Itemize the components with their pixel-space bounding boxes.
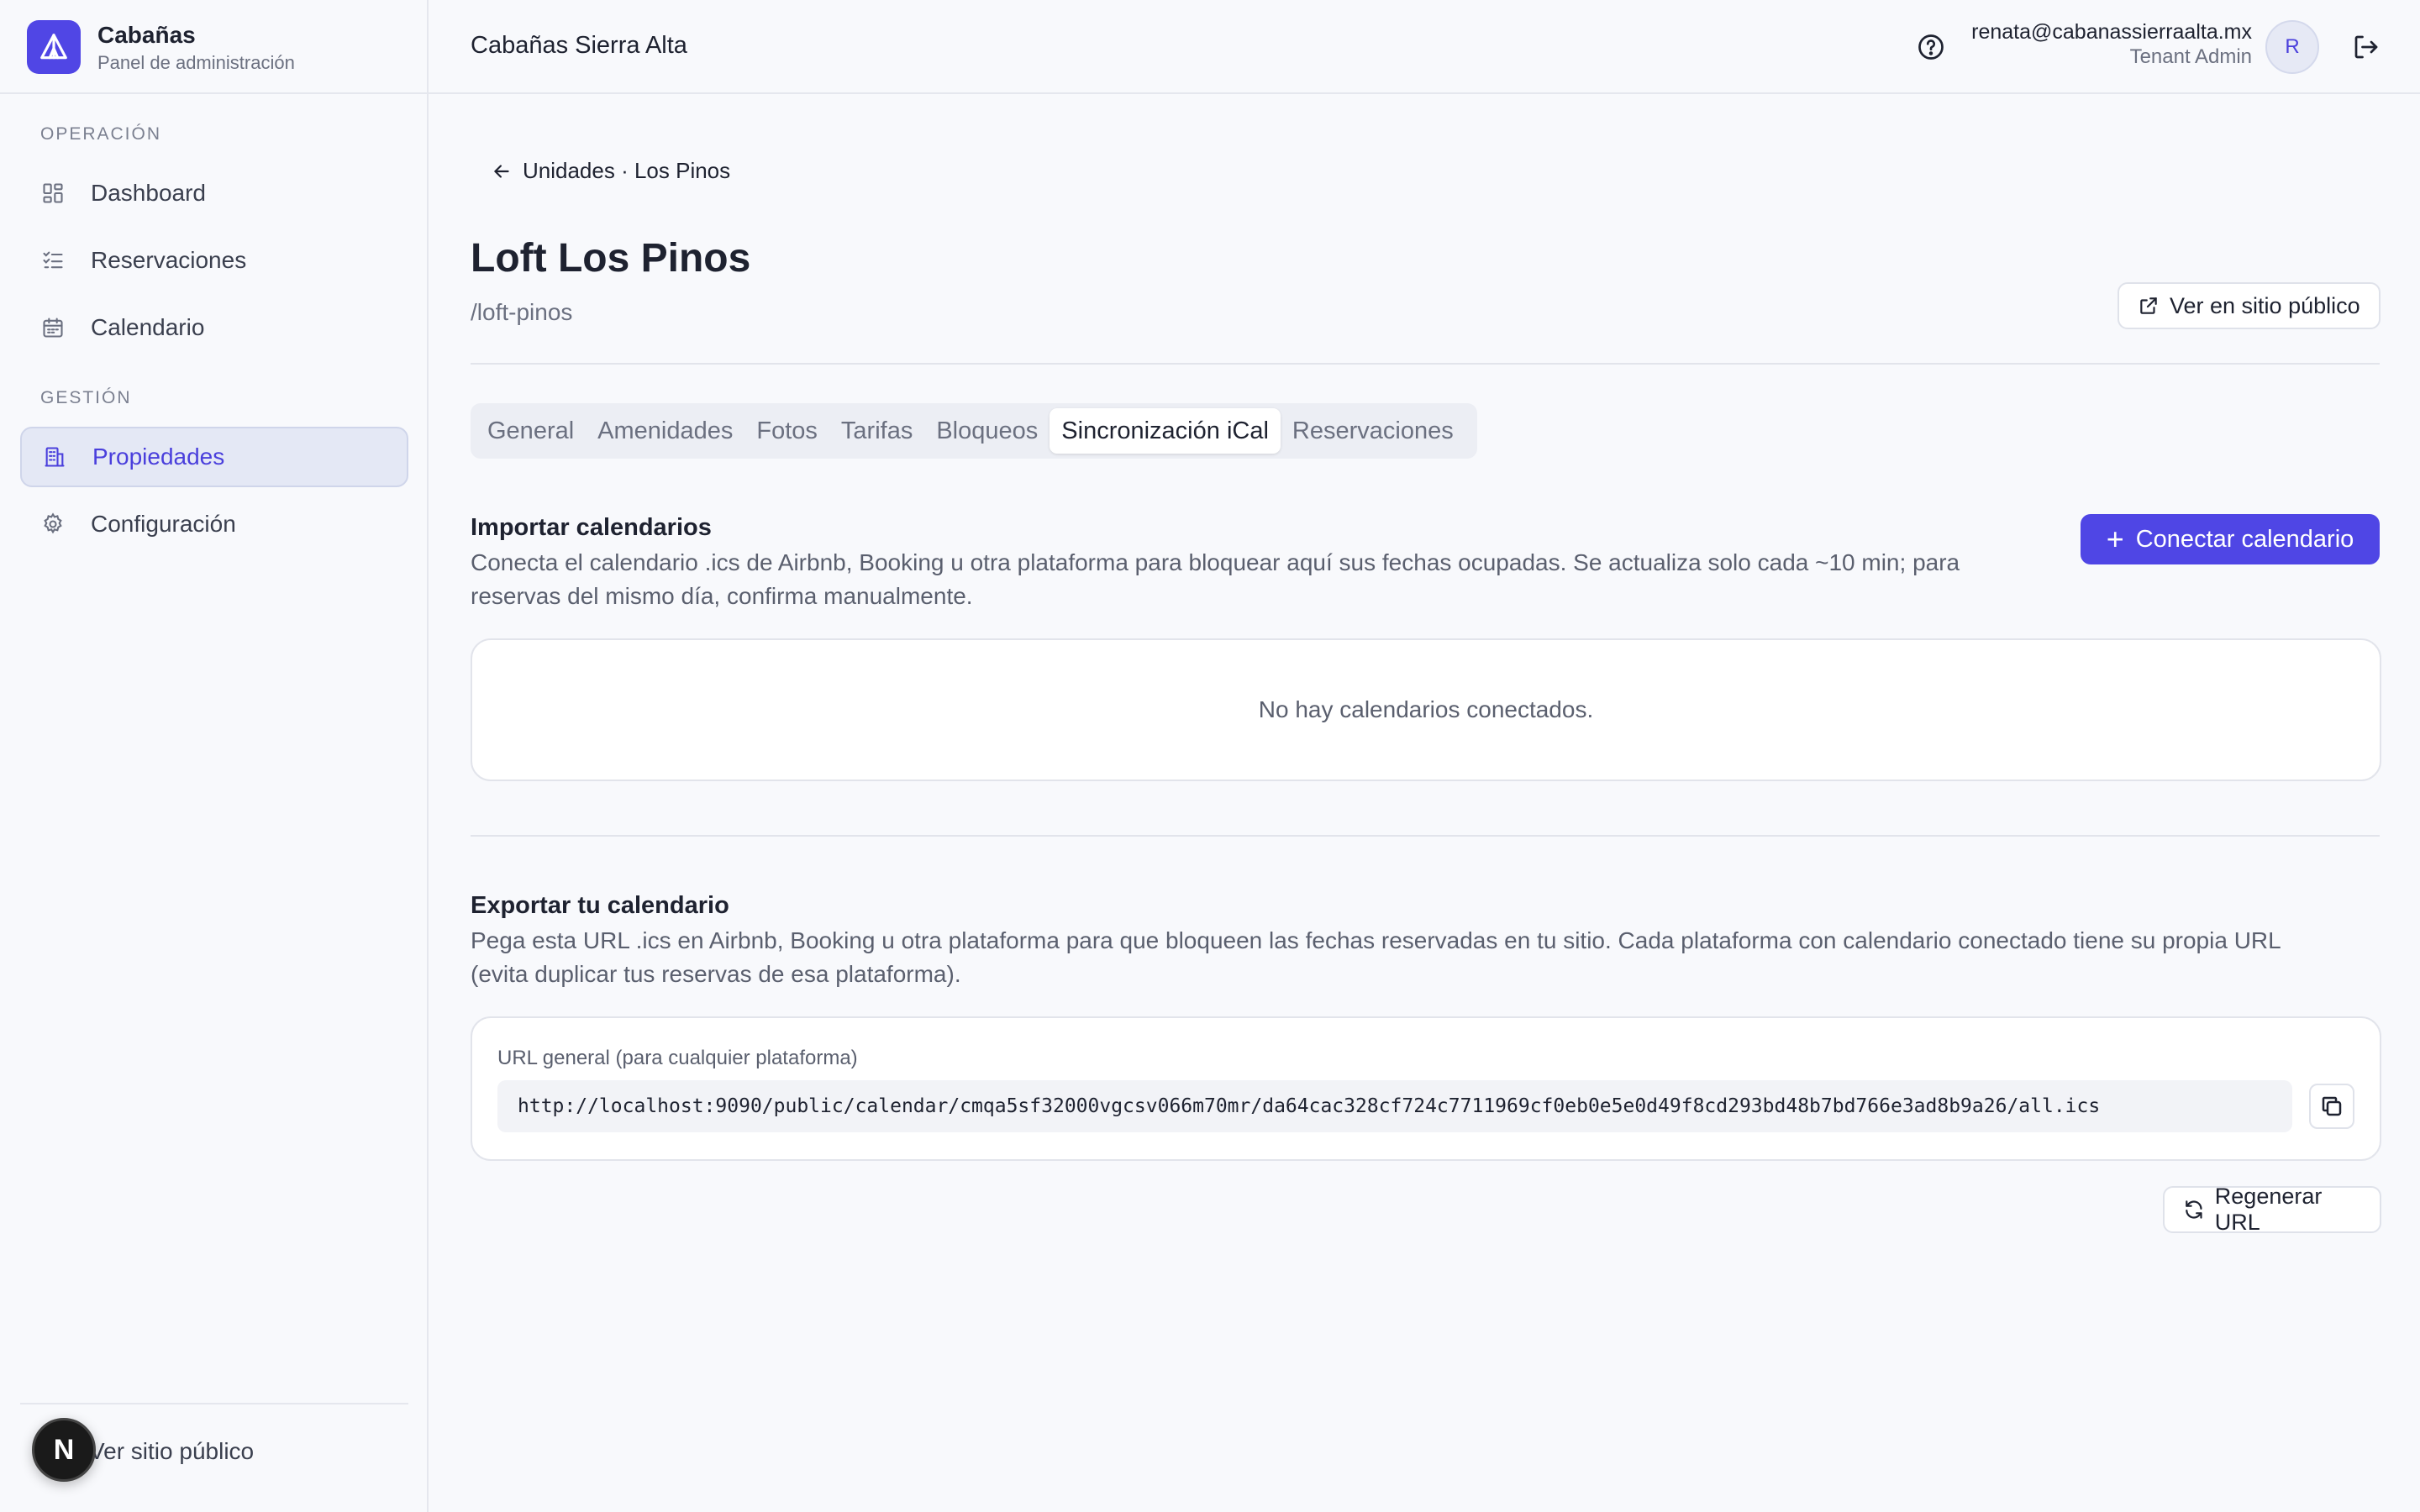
sidebar-item-propiedades[interactable]: Propiedades (20, 427, 408, 487)
connect-calendar-label: Conectar calendario (2135, 525, 2354, 553)
url-label: URL general (para cualquier plataforma) (497, 1047, 858, 1069)
arrow-left-icon (494, 164, 509, 178)
checklist-icon (40, 248, 66, 273)
sidebar-item-label: Propiedades (92, 444, 225, 470)
refresh-icon (2186, 1200, 2202, 1219)
export-url-card: URL general (para cualquier plataforma) … (471, 1016, 2381, 1161)
external-link-icon (2140, 297, 2157, 314)
import-desc-line-2: reservas del mismo día, confirma manualm… (471, 583, 973, 609)
dev-tools-badge[interactable]: N (32, 1418, 96, 1482)
gear-icon (40, 512, 66, 537)
section-divider (471, 835, 2380, 837)
back-link-label: Unidades · Los Pinos (523, 158, 731, 183)
copy-url-button[interactable] (2309, 1084, 2354, 1129)
import-section-description: Conecta el calendario .ics de Airbnb, Bo… (471, 546, 1960, 613)
sidebar: Cabañas Panel de administración OPERACIÓ… (0, 0, 429, 1512)
calendar-icon (40, 315, 66, 340)
tab-general[interactable]: General (476, 408, 586, 454)
section-label-gestion: GESTIÓN (40, 388, 132, 407)
app-root: Cabañas Panel de administración OPERACIÓ… (0, 0, 2420, 1512)
topbar: Cabañas Sierra Alta renata@cabanassierra… (429, 0, 2420, 94)
connect-calendar-button[interactable]: + Conectar calendario (2081, 514, 2380, 564)
export-desc-line-2: (evita duplicar tus reservas de esa plat… (471, 961, 961, 987)
import-section-title: Importar calendarios (471, 514, 712, 541)
help-icon[interactable] (1916, 32, 1946, 62)
unit-tabs: General Amenidades Fotos Tarifas Bloqueo… (471, 403, 1477, 459)
brand-subtitle: Panel de administración (97, 52, 295, 73)
export-desc-line-1: Pega esta URL .ics en Airbnb, Booking u … (471, 927, 2281, 953)
regenerate-url-button[interactable]: Regenerar URL (2163, 1184, 2381, 1235)
plus-icon: + (2106, 522, 2124, 556)
user-role: Tenant Admin (2129, 45, 2252, 68)
import-desc-line-1: Conecta el calendario .ics de Airbnb, Bo… (471, 549, 1960, 575)
brand-name: Cabañas (97, 22, 196, 48)
brand-header: Cabañas Panel de administración (0, 0, 427, 94)
sidebar-item-label: Dashboard (91, 180, 206, 206)
sidebar-item-label: Reservaciones (91, 247, 247, 273)
sidebar-divider (20, 1403, 408, 1404)
dashboard-icon (40, 181, 66, 206)
sidebar-item-dashboard[interactable]: Dashboard (20, 163, 408, 223)
back-link[interactable]: Unidades · Los Pinos (491, 158, 730, 184)
tab-tarifas[interactable]: Tarifas (829, 408, 924, 454)
view-public-site-label: Ver en sitio público (2170, 292, 2360, 318)
tenant-name: Cabañas Sierra Alta (471, 32, 687, 59)
building-icon (42, 444, 67, 470)
regenerate-url-label: Regenerar URL (2214, 1184, 2323, 1235)
public-link-label: Ver sitio público (89, 1437, 255, 1464)
tab-amenidades[interactable]: Amenidades (586, 408, 744, 454)
tab-reservaciones[interactable]: Reservaciones (1281, 408, 1465, 454)
ical-url-field[interactable]: http://localhost:9090/public/calendar/cm… (497, 1080, 2292, 1132)
tab-fotos[interactable]: Fotos (744, 408, 829, 454)
sidebar-item-configuracion[interactable]: Configuración (20, 494, 408, 554)
sidebar-item-calendario[interactable]: Calendario (20, 297, 408, 358)
user-email: renata@cabanassierraalta.mx (1971, 20, 2252, 44)
empty-state-text: No hay calendarios conectados. (1258, 696, 1594, 722)
sidebar-item-label: Configuración (91, 511, 236, 537)
tab-ical-sync[interactable]: Sincronización iCal (1050, 408, 1281, 454)
view-public-site-button[interactable]: Ver en sitio público (2118, 282, 2381, 329)
sidebar-item-reservaciones[interactable]: Reservaciones (20, 230, 408, 291)
tab-bloqueos[interactable]: Bloqueos (924, 408, 1050, 454)
avatar[interactable]: R (2265, 20, 2319, 74)
header-divider (471, 363, 2380, 365)
copy-icon (2322, 1096, 2342, 1116)
export-section-description: Pega esta URL .ics en Airbnb, Booking u … (471, 924, 2281, 991)
logout-icon[interactable] (2351, 32, 2381, 62)
unit-slug: /loft-pinos (471, 299, 573, 325)
export-section-title: Exportar tu calendario (471, 892, 729, 919)
sidebar-item-label: Calendario (91, 314, 205, 340)
page-title: Loft Los Pinos (471, 236, 751, 281)
empty-calendars-card: No hay calendarios conectados. (471, 638, 2381, 781)
section-label-operacion: OPERACIÓN (40, 124, 162, 144)
tent-logo-icon (27, 20, 81, 74)
